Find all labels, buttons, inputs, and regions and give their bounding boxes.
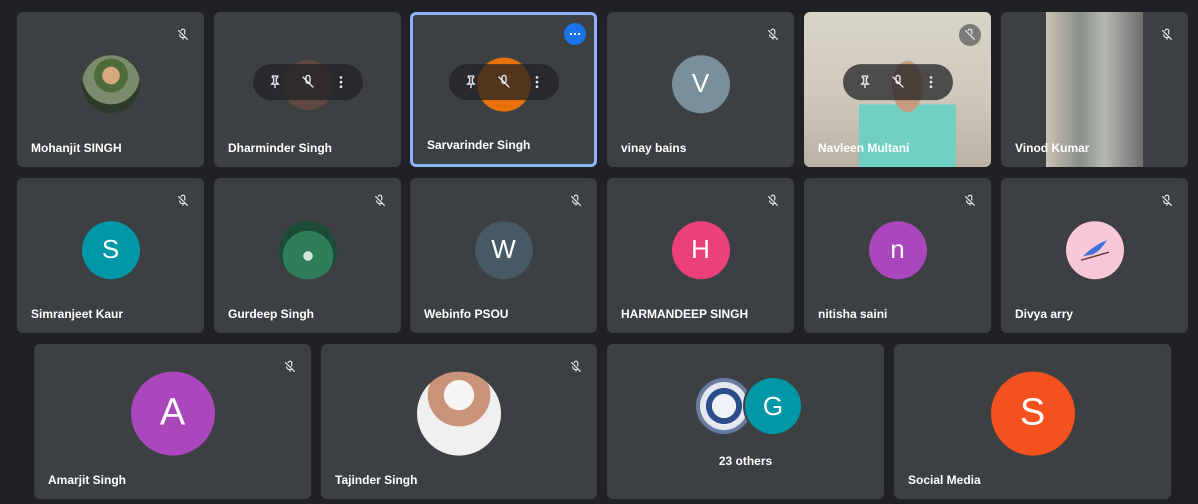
more-horiz-icon[interactable] xyxy=(564,23,586,45)
avatar-initial: W xyxy=(474,220,533,279)
avatar-initial: V xyxy=(671,54,730,113)
mic-off-icon[interactable] xyxy=(888,72,908,92)
participant-tile-navleen[interactable]: Navleen Multani xyxy=(804,12,991,167)
mic-off-icon[interactable] xyxy=(298,72,318,92)
participant-tile-sarvarinder[interactable]: Sarvarinder Singh xyxy=(410,12,597,167)
pin-icon[interactable] xyxy=(855,72,875,92)
pin-icon[interactable] xyxy=(461,72,481,92)
participant-name: Vinod Kumar xyxy=(1015,141,1090,155)
mic-off-icon xyxy=(762,190,784,212)
mic-off-icon xyxy=(172,24,194,46)
more-vert-icon[interactable] xyxy=(527,72,547,92)
tile-controls xyxy=(252,63,363,100)
avatar-initial: S xyxy=(990,371,1075,456)
avatar xyxy=(1065,220,1124,279)
participant-name: HARMANDEEP SINGH xyxy=(621,307,749,321)
mic-off-icon xyxy=(369,190,391,212)
mic-off-icon xyxy=(565,356,587,378)
mic-off-icon xyxy=(1156,190,1178,212)
participant-name: Simranjeet Kaur xyxy=(31,307,124,321)
participant-tile-vinay[interactable]: V vinay bains xyxy=(607,12,794,167)
participant-tile-simranjeet[interactable]: S Simranjeet Kaur xyxy=(17,178,204,333)
participant-name: Mohanjit SINGH xyxy=(31,141,122,155)
avatar-initial: n xyxy=(868,220,927,279)
mic-off-icon xyxy=(959,24,981,46)
mic-off-icon xyxy=(1156,24,1178,46)
tile-controls xyxy=(448,63,559,100)
participant-tile-mohanjit[interactable]: Mohanjit SINGH xyxy=(17,12,204,167)
participant-tile-vinod[interactable]: Vinod Kumar xyxy=(1001,12,1188,167)
participant-name: nitisha saini xyxy=(818,307,888,321)
participant-tile-tajinder[interactable]: Tajinder Singh xyxy=(321,344,597,499)
participant-name: Amarjit Singh xyxy=(48,473,127,487)
avatar-initial: S xyxy=(81,220,140,279)
more-vert-icon[interactable] xyxy=(331,72,351,92)
participant-tile-amarjit[interactable]: A Amarjit Singh xyxy=(34,344,311,499)
participant-name: Webinfo PSOU xyxy=(424,307,509,321)
mic-off-icon xyxy=(959,190,981,212)
mic-off-icon xyxy=(172,190,194,212)
participant-name: Divya arry xyxy=(1015,307,1074,321)
avatar xyxy=(278,220,337,279)
tile-controls xyxy=(842,63,953,100)
others-tile[interactable]: G 23 others xyxy=(607,344,884,499)
participant-name: Social Media xyxy=(908,473,981,487)
participant-tile-dharminder[interactable]: Dharminder Singh xyxy=(214,12,401,167)
pin-icon[interactable] xyxy=(265,72,285,92)
participant-name: Dharminder Singh xyxy=(228,141,333,155)
mic-off-icon xyxy=(565,190,587,212)
mic-off-icon[interactable] xyxy=(494,72,514,92)
others-count: 23 others xyxy=(718,454,773,468)
participant-tile-webinfo[interactable]: W Webinfo PSOU xyxy=(410,178,597,333)
more-vert-icon[interactable] xyxy=(921,72,941,92)
avatar-initial: H xyxy=(671,220,730,279)
others-avatar-initial: G xyxy=(743,376,803,436)
mic-off-icon xyxy=(279,356,301,378)
participant-tile-divya[interactable]: Divya arry xyxy=(1001,178,1188,333)
participant-tile-harmandeep[interactable]: H HARMANDEEP SINGH xyxy=(607,178,794,333)
avatar xyxy=(417,371,501,456)
avatar-initial: A xyxy=(130,371,215,456)
avatar xyxy=(81,54,140,113)
participant-name: Navleen Multani xyxy=(818,141,910,155)
participant-tile-nitisha[interactable]: n nitisha saini xyxy=(804,178,991,333)
participant-tile-gurdeep[interactable]: Gurdeep Singh xyxy=(214,178,401,333)
participant-name: Tajinder Singh xyxy=(335,473,418,487)
mic-off-icon xyxy=(762,24,784,46)
participant-name: Gurdeep Singh xyxy=(228,307,315,321)
participant-name: Sarvarinder Singh xyxy=(427,138,531,152)
participant-tile-social-media[interactable]: S Social Media xyxy=(894,344,1171,499)
participant-name: vinay bains xyxy=(621,141,687,155)
